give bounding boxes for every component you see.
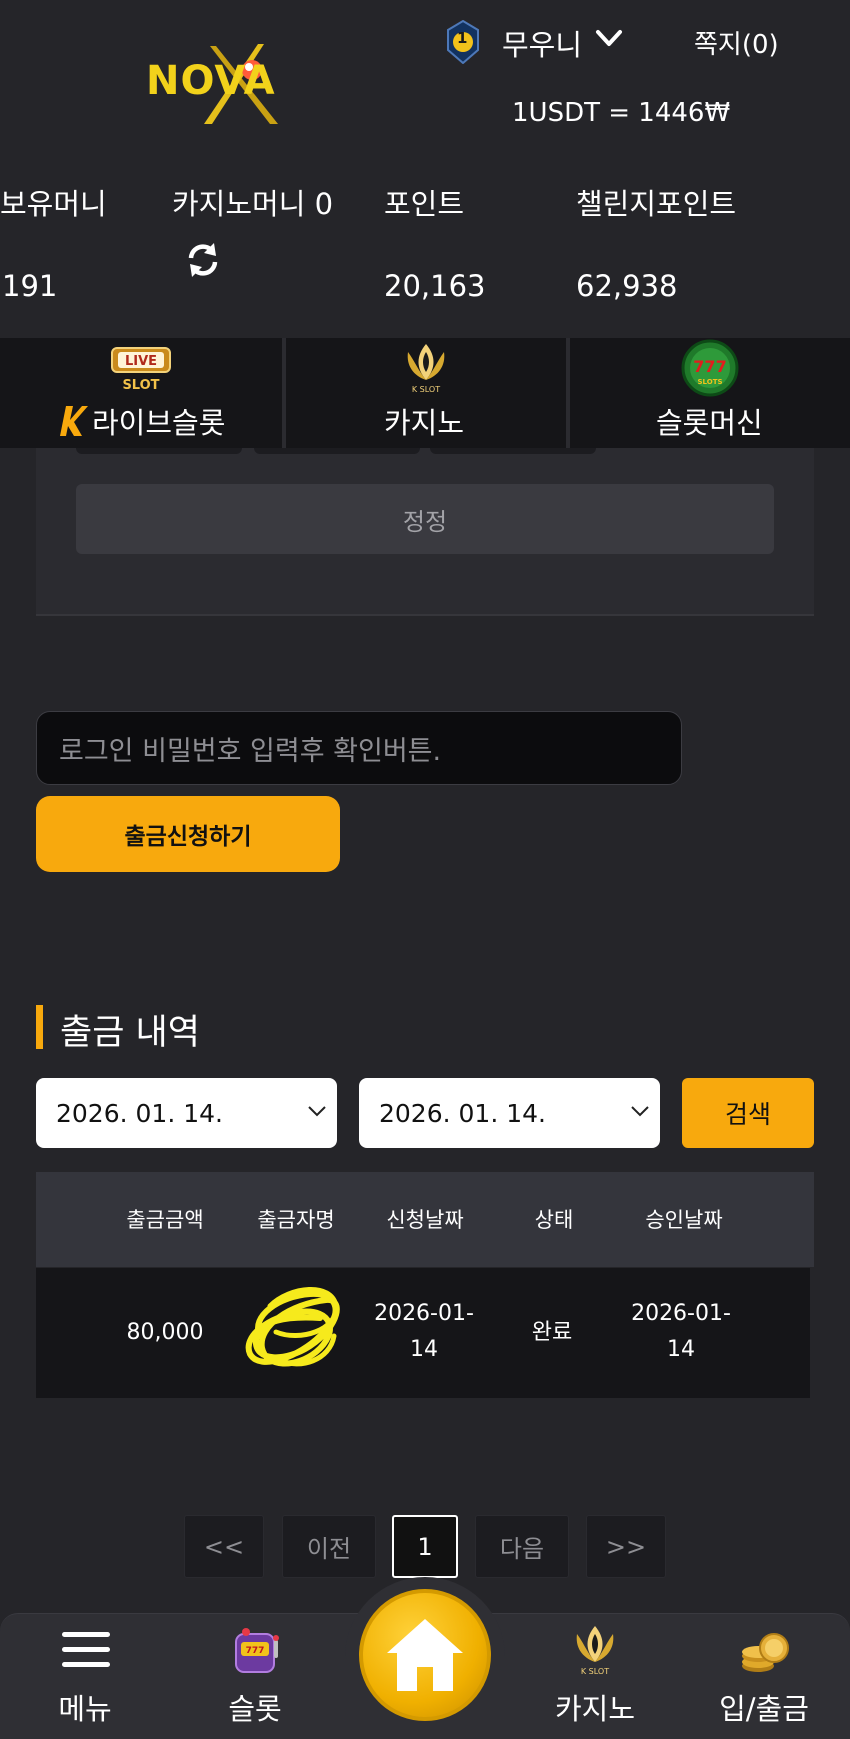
home-button[interactable] [359, 1589, 491, 1721]
amount-cell: 80,000 [126, 1320, 204, 1345]
nav-deposit-withdraw[interactable]: 입/출금 [708, 1614, 820, 1739]
held-money-value: 191 [2, 269, 58, 303]
page-prev-button[interactable]: 이전 [282, 1515, 376, 1578]
tab-stub [76, 448, 242, 454]
search-button[interactable]: 검색 [682, 1078, 814, 1148]
column-header: 승인날짜 [645, 1208, 723, 1232]
logo-wordmark: NOVA [146, 58, 276, 104]
svg-text:SLOT: SLOT [122, 378, 159, 393]
slot-machine-icon: 777 [235, 1628, 279, 1673]
date-to-select[interactable]: 2026. 01. 14. [359, 1078, 660, 1148]
svg-text:LIVE: LIVE [125, 354, 157, 369]
nav-menu-label: 메뉴 [58, 1692, 112, 1726]
coins-icon [742, 1633, 789, 1672]
exchange-rate: 1USDT = 1446₩ [512, 98, 731, 128]
table-header: 출금금액 출금자명 신청날짜 상태 승인날짜 [36, 1172, 814, 1267]
category-live-slot[interactable]: LIVE SLOT 라이브슬롯 [0, 338, 282, 448]
approve-date-line: 2026-01- [631, 1301, 731, 1326]
category-slot-machine-label: 슬롯머신 [656, 406, 763, 440]
approve-date-cell: 2026-01- 14 [631, 1296, 731, 1368]
request-date-cell: 2026-01- 14 [374, 1296, 474, 1368]
k-slot-icon: K SLOT [407, 344, 445, 394]
held-money-label: 보유머니 [0, 187, 107, 221]
category-bar: LIVE SLOT 라이브슬롯 K SLOT 카지노 777 SLOTS 슬롯머… [0, 338, 850, 448]
live-slot-icon: LIVE SLOT [111, 347, 171, 393]
column-header: 출금금액 [126, 1208, 204, 1232]
challenge-point-label: 챌린지포인트 [576, 187, 737, 221]
section-accent-bar [36, 1005, 43, 1049]
date-from-select[interactable]: 2026. 01. 14. [36, 1078, 337, 1148]
chevron-down-icon[interactable] [594, 26, 624, 52]
chevron-down-icon [631, 1106, 649, 1117]
withdraw-request-button[interactable]: 출금신청하기 [36, 796, 340, 872]
nav-casino-label: 카지노 [554, 1692, 636, 1726]
nav-menu[interactable]: 메뉴 [30, 1614, 140, 1739]
fix-button[interactable]: 정정 [76, 484, 774, 554]
home-icon [387, 1619, 463, 1691]
nova-logo[interactable]: NOVA [146, 40, 318, 126]
category-live-slot-label: 라이브슬롯 [92, 406, 226, 440]
nav-slot-label: 슬롯 [228, 1692, 282, 1726]
redaction-scribble [245, 1287, 340, 1367]
challenge-point-value: 62,938 [576, 269, 678, 303]
page-current-button[interactable]: 1 [392, 1515, 458, 1578]
page-next-button[interactable]: 다음 [475, 1515, 569, 1578]
tab-stub [430, 448, 596, 454]
approve-date-line: 14 [666, 1337, 695, 1362]
svg-text:SLOTS: SLOTS [697, 378, 722, 386]
panel: 정정 [36, 448, 814, 616]
nav-deposit-withdraw-label: 입/출금 [719, 1692, 809, 1726]
request-date-line: 2026-01- [374, 1301, 474, 1326]
request-date-line: 14 [409, 1337, 438, 1362]
status-cell: 완료 [531, 1320, 573, 1345]
date-to-value: 2026. 01. 14. [379, 1098, 546, 1128]
k-slot-icon: K SLOT [576, 1626, 614, 1676]
svg-text:K SLOT: K SLOT [412, 385, 440, 394]
svg-text:777: 777 [246, 1646, 265, 1656]
category-casino-label: 카지노 [384, 406, 465, 440]
level-number: 1 [457, 29, 468, 47]
table-row: 80,000 2026-01- 14 완료 2026-01- 14 [36, 1268, 810, 1398]
date-from-value: 2026. 01. 14. [56, 1098, 223, 1128]
column-header: 신청날짜 [386, 1208, 464, 1232]
page-first-button[interactable]: << [184, 1515, 264, 1578]
column-header: 상태 [534, 1208, 574, 1232]
nav-casino[interactable]: K SLOT 카지노 [540, 1614, 650, 1739]
level-badge-icon: 1 [446, 19, 480, 65]
777-slots-icon: 777 SLOTS [681, 339, 739, 397]
username[interactable]: 무우니 [502, 22, 582, 64]
section-title: 출금 내역 [60, 1013, 200, 1053]
svg-text:777: 777 [693, 357, 726, 376]
category-slot-machine[interactable]: 777 SLOTS 슬롯머신 [570, 338, 850, 448]
column-header: 출금자명 [257, 1208, 335, 1232]
password-input[interactable]: 로그인 비밀번호 입력후 확인버튼. [36, 711, 682, 785]
point-label: 포인트 [384, 187, 465, 221]
chevron-down-icon [308, 1106, 326, 1117]
casino-money-label: 카지노머니 0 [172, 187, 334, 221]
category-casino[interactable]: K SLOT 카지노 [286, 338, 566, 448]
page-last-button[interactable]: >> [586, 1515, 666, 1578]
wallet-summary: 보유머니 191 카지노머니 0 포인트 20,163 챌린지포인트 62,93… [0, 145, 850, 338]
tab-stub [254, 448, 420, 454]
hamburger-menu-icon [62, 1632, 110, 1667]
header: NOVA 1 무우니 쪽지(0) 1USDT = 1446₩ [0, 0, 850, 145]
inbox-link[interactable]: 쪽지(0) [694, 24, 779, 61]
svg-text:K SLOT: K SLOT [581, 1667, 609, 1676]
refresh-icon[interactable] [184, 241, 222, 279]
k-brand-icon [60, 406, 88, 436]
nav-slot[interactable]: 777 슬롯 [200, 1614, 310, 1739]
point-value: 20,163 [384, 269, 486, 303]
